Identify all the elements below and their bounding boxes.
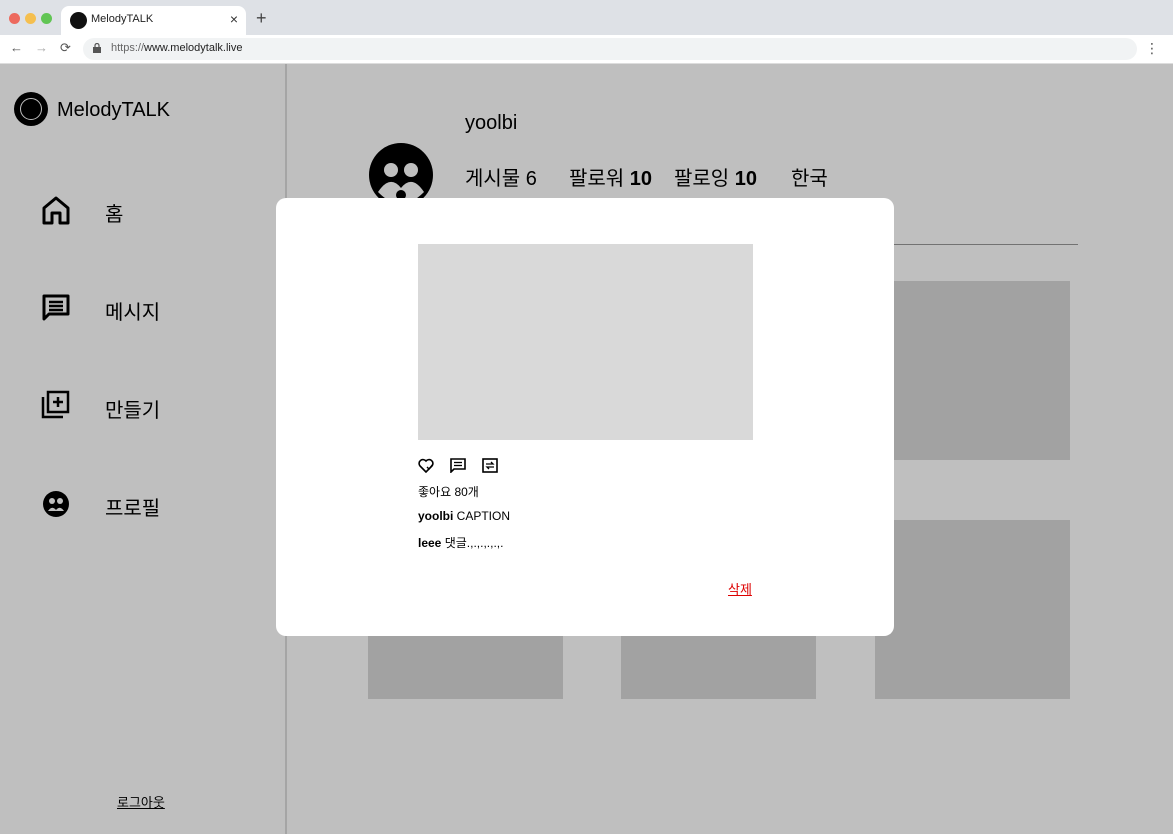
browser-tab[interactable]: MelodyTALK × — [61, 6, 246, 35]
likes-count: 좋아요 80개 — [418, 485, 479, 499]
share-icon[interactable] — [482, 458, 498, 478]
tab-close-icon[interactable]: × — [230, 11, 238, 27]
window-minimize-button[interactable] — [25, 13, 36, 24]
lock-icon — [93, 43, 101, 53]
post-modal: 좋아요 80개 yoolbi CAPTION leee 댓글.,.,.,.,.,… — [276, 198, 894, 636]
favicon-icon — [70, 12, 87, 29]
post-comment: leee 댓글.,.,.,.,.,. — [418, 536, 504, 550]
url-input[interactable]: https://www.melodytalk.live — [83, 38, 1137, 60]
browser-menu-icon[interactable]: ⋮ — [1145, 40, 1159, 57]
new-tab-button[interactable]: + — [256, 8, 267, 29]
delete-post-link[interactable]: 삭제 — [728, 579, 752, 598]
post-caption: yoolbi CAPTION — [418, 509, 511, 523]
window-maximize-button[interactable] — [41, 13, 52, 24]
back-icon[interactable]: ← — [10, 40, 23, 55]
tab-title: MelodyTALK — [91, 13, 154, 25]
like-icon[interactable] — [418, 458, 434, 478]
post-image — [418, 244, 753, 440]
reload-icon[interactable]: ⟳ — [60, 40, 71, 56]
forward-icon[interactable]: → — [35, 40, 48, 55]
comment-icon[interactable] — [450, 458, 466, 478]
window-close-button[interactable] — [9, 13, 20, 24]
address-bar: ← → ⟳ https://www.melodytalk.live ⋮ — [0, 35, 1173, 64]
url-text: https://www.melodytalk.live — [111, 42, 243, 54]
browser-tab-bar: MelodyTALK × + — [0, 0, 1173, 35]
